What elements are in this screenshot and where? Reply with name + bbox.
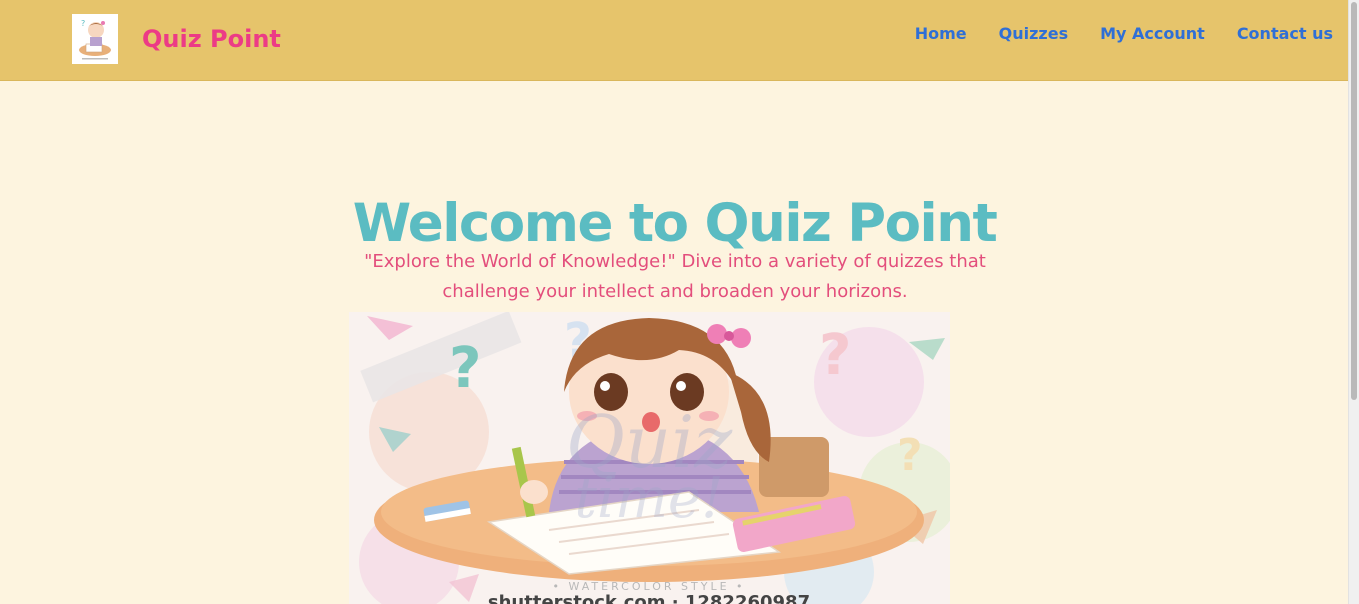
svg-text:?: ? — [449, 336, 481, 401]
hero-image: ? ? ? ? Quiz time! • WATERCOLOR STYLE • … — [349, 312, 950, 604]
svg-text:?: ? — [81, 19, 85, 28]
scrollbar-thumb[interactable] — [1351, 2, 1357, 400]
nav-quizzes[interactable]: Quizzes — [999, 23, 1068, 45]
brand-title[interactable]: Quiz Point — [142, 24, 281, 54]
nav-home[interactable]: Home — [915, 23, 967, 45]
hero-title: Welcome to Quiz Point — [352, 192, 998, 254]
main-nav: Home Quizzes My Account Contact us — [915, 23, 1333, 45]
navbar: ? Quiz Point Home Quizzes My Account Con… — [0, 0, 1349, 81]
svg-text:?: ? — [819, 323, 851, 388]
nav-contact-us[interactable]: Contact us — [1237, 23, 1333, 45]
svg-text:time!: time! — [574, 466, 723, 531]
girl-studying-illustration-icon: ? ? ? ? Quiz time! • WATERCOLOR STYLE • … — [349, 312, 950, 604]
girl-logo-icon: ? — [72, 14, 118, 64]
svg-text:?: ? — [897, 430, 923, 481]
hero-subtitle: "Explore the World of Knowledge!" Dive i… — [364, 251, 986, 302]
nav-my-account[interactable]: My Account — [1100, 23, 1205, 45]
page-scrollbar[interactable] — [1348, 0, 1359, 604]
logo[interactable]: ? — [72, 14, 118, 64]
watermark-stock-text: shutterstock.com · 1282260987 — [488, 592, 810, 604]
